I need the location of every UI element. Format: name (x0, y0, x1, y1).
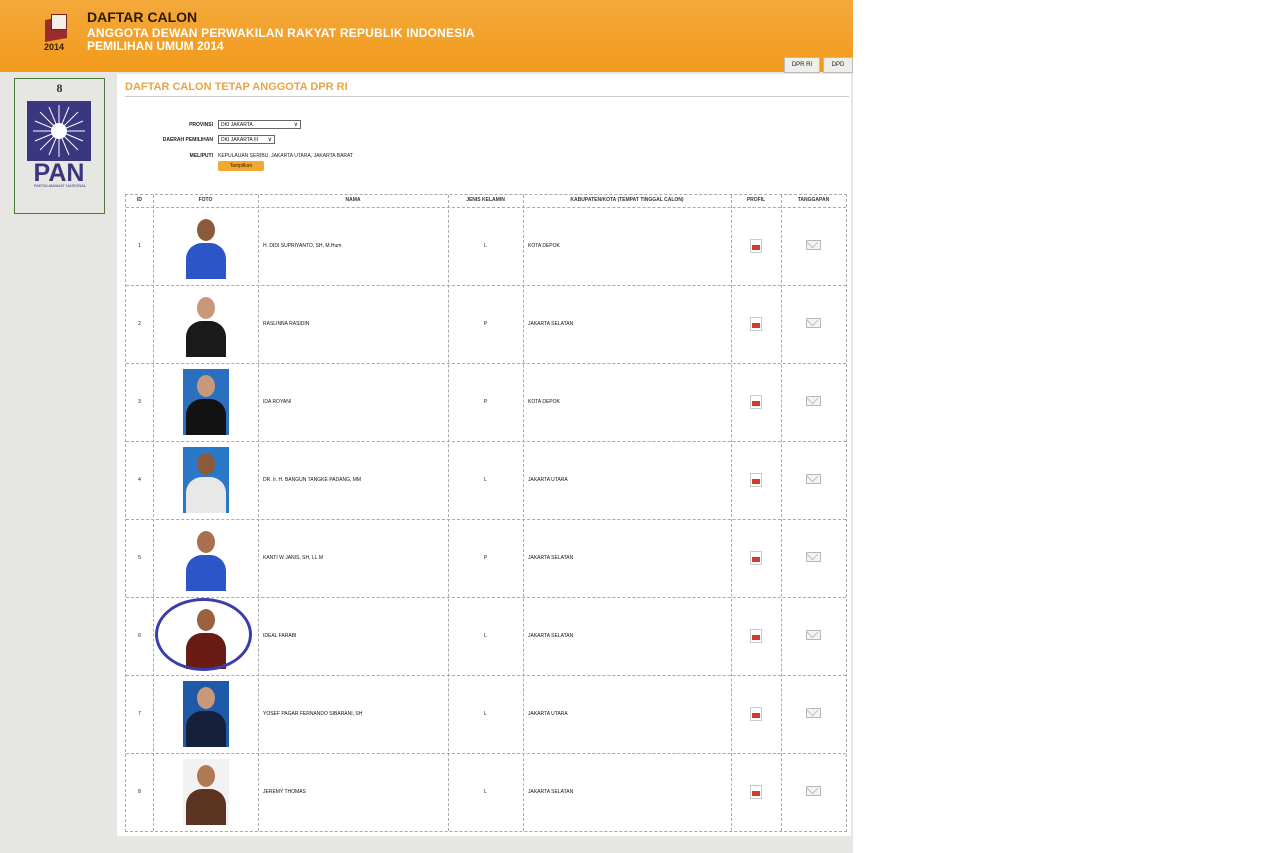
tampilkan-button[interactable]: Tampilkan (218, 161, 264, 171)
envelope-icon[interactable] (806, 552, 821, 562)
candidate-name: RASLINNA RASIDIN (263, 321, 310, 327)
candidate-city: JAKARTA SELATAN (528, 321, 574, 327)
row-id: 7 (138, 711, 141, 717)
candidate-name: IDA ROYANI (263, 399, 292, 405)
candidate-gender: L (484, 477, 487, 483)
candidate-gender: L (484, 711, 487, 717)
table-row: 1 H. DIDI SUPRIYANTO, SH, M.Hum L KOTA DEPO… (126, 207, 846, 285)
page-subtitle: ANGGOTA DEWAN PERWAKILAN RAKYAT REPUBLIK… (87, 26, 475, 40)
pdf-profile-icon[interactable] (750, 317, 762, 331)
row-id: 2 (138, 321, 141, 327)
section-title: DAFTAR CALON TETAP ANGGOTA DPR RI (125, 81, 348, 93)
candidate-city: KOTA DEPOK (528, 399, 560, 405)
candidate-name: YOSEF PAGAR FERNANDO SIBARANI, SH (263, 711, 363, 717)
party-sun-logo-icon (27, 101, 91, 161)
pdf-profile-icon[interactable] (750, 785, 762, 799)
candidate-table: ID FOTO NAMA JENIS KELAMIN KABUPATEN/KOT… (125, 194, 847, 832)
ballot-box-logo-icon: 2014 (42, 12, 72, 54)
table-row: 2 RASLINNA RASIDIN P JAKARTA SELATAN (126, 285, 846, 363)
party-panel: 8 PAN PARTAI AMANAT NASIONAL (14, 78, 105, 214)
header-tanggapan: TANGGAPAN (797, 197, 830, 203)
pdf-profile-icon[interactable] (750, 239, 762, 253)
provinsi-selected-value: DKI JAKARTA (221, 122, 253, 128)
site-header: 2014 DAFTAR CALON ANGGOTA DEWAN PERWAKIL… (0, 0, 853, 73)
candidate-gender: P (483, 555, 488, 561)
header-profil: PROFIL (746, 197, 766, 203)
candidate-photo (183, 291, 229, 357)
header-nama: NAMA (345, 197, 361, 203)
page-title: DAFTAR CALON (87, 9, 198, 25)
candidate-name: DR. Ir. H. BANGUN TANGKE PADANG, MM (263, 477, 362, 483)
row-id: 8 (138, 789, 141, 795)
pdf-profile-icon[interactable] (750, 395, 762, 409)
header-jenis-kelamin: JENIS KELAMIN (466, 197, 505, 203)
envelope-icon[interactable] (806, 396, 821, 406)
envelope-icon[interactable] (806, 318, 821, 328)
header-foto: FOTO (198, 197, 213, 203)
envelope-icon[interactable] (806, 240, 821, 250)
candidate-photo (183, 681, 229, 747)
title-divider (125, 96, 849, 97)
provinsi-label: PROVINSI (189, 122, 213, 128)
candidate-gender: L (484, 633, 487, 639)
candidate-city: JAKARTA SELATAN (528, 633, 574, 639)
envelope-icon[interactable] (806, 474, 821, 484)
header-kota: KABUPATEN/KOTA (TEMPAT TINGGAL CALON) (570, 197, 684, 203)
dapil-selected-value: DKI JAKARTA III (221, 137, 259, 143)
candidate-photo (183, 525, 229, 591)
dpr-ri-button[interactable]: DPR RI (784, 57, 820, 73)
party-full-name: PARTAI AMANAT NASIONAL (33, 183, 87, 188)
chevron-down-icon: ∨ (293, 122, 298, 128)
candidate-photo (183, 369, 229, 435)
candidate-gender: L (484, 789, 487, 795)
row-id: 4 (138, 477, 141, 483)
table-row: 3 IDA ROYANI P KOTA DEPOK (126, 363, 846, 441)
meliputi-value: KEPULAUAN SERIBU, JAKARTA UTARA, JAKARTA… (218, 153, 354, 159)
dapil-select[interactable]: DKI JAKARTA III ∨ (218, 135, 275, 144)
dapil-label: DAERAH PEMILIHAN (162, 137, 213, 143)
logo-year: 2014 (44, 42, 65, 52)
table-row: 5 KANTI W JANIS, SH, LL.M P JAKARTA SELATAN (126, 519, 846, 597)
meliputi-label: MELIPUTI (189, 153, 213, 159)
candidate-photo (183, 447, 229, 513)
pdf-profile-icon[interactable] (750, 707, 762, 721)
pdf-profile-icon[interactable] (750, 473, 762, 487)
envelope-icon[interactable] (806, 630, 821, 640)
provinsi-select[interactable]: DKI JAKARTA ∨ (218, 120, 301, 129)
pdf-profile-icon[interactable] (750, 629, 762, 643)
table-row: 7 YOSEF PAGAR FERNANDO SIBARANI, SH L JAKAR… (126, 675, 846, 753)
candidate-gender: L (484, 243, 487, 249)
header-id: ID (137, 197, 142, 203)
candidate-city: JAKARTA UTARA (528, 477, 568, 483)
candidate-city: JAKARTA SELATAN (528, 555, 574, 561)
dpd-button[interactable]: DPD (823, 57, 853, 73)
candidate-city: JAKARTA UTARA (528, 711, 568, 717)
row-id: 3 (138, 399, 141, 405)
main-content: DAFTAR CALON TETAP ANGGOTA DPR RI PROVIN… (117, 74, 851, 836)
candidate-city: JAKARTA SELATAN (528, 789, 574, 795)
candidate-name: KANTI W JANIS, SH, LL.M (263, 555, 324, 561)
candidate-photo (183, 759, 229, 825)
candidate-gender: P (483, 321, 488, 327)
row-id: 5 (138, 555, 141, 561)
election-title: PEMILIHAN UMUM 2014 (87, 39, 224, 53)
envelope-icon[interactable] (806, 786, 821, 796)
page-frame: 2014 DAFTAR CALON ANGGOTA DEWAN PERWAKIL… (0, 0, 853, 853)
candidate-photo (183, 213, 229, 279)
pdf-profile-icon[interactable] (750, 551, 762, 565)
party-number: 8 (56, 81, 63, 95)
candidate-name: JEREMY THOMAS (263, 789, 306, 795)
candidate-name: H. DIDI SUPRIYANTO, SH, M.Hum (263, 243, 342, 249)
row-id: 1 (138, 243, 141, 249)
table-row: 8 JEREMY THOMAS L JAKARTA SELATAN (126, 753, 846, 831)
candidate-gender: P (483, 399, 488, 405)
envelope-icon[interactable] (806, 708, 821, 718)
chevron-down-icon: ∨ (267, 137, 272, 143)
candidate-city: KOTA DEPOK (528, 243, 560, 249)
table-row: 4 DR. Ir. H. BANGUN TANGKE PADANG, MM L JAK… (126, 441, 846, 519)
highlight-circle (155, 598, 252, 671)
candidate-name: IDEAL FARABI (263, 633, 297, 639)
row-id: 6 (138, 633, 141, 639)
